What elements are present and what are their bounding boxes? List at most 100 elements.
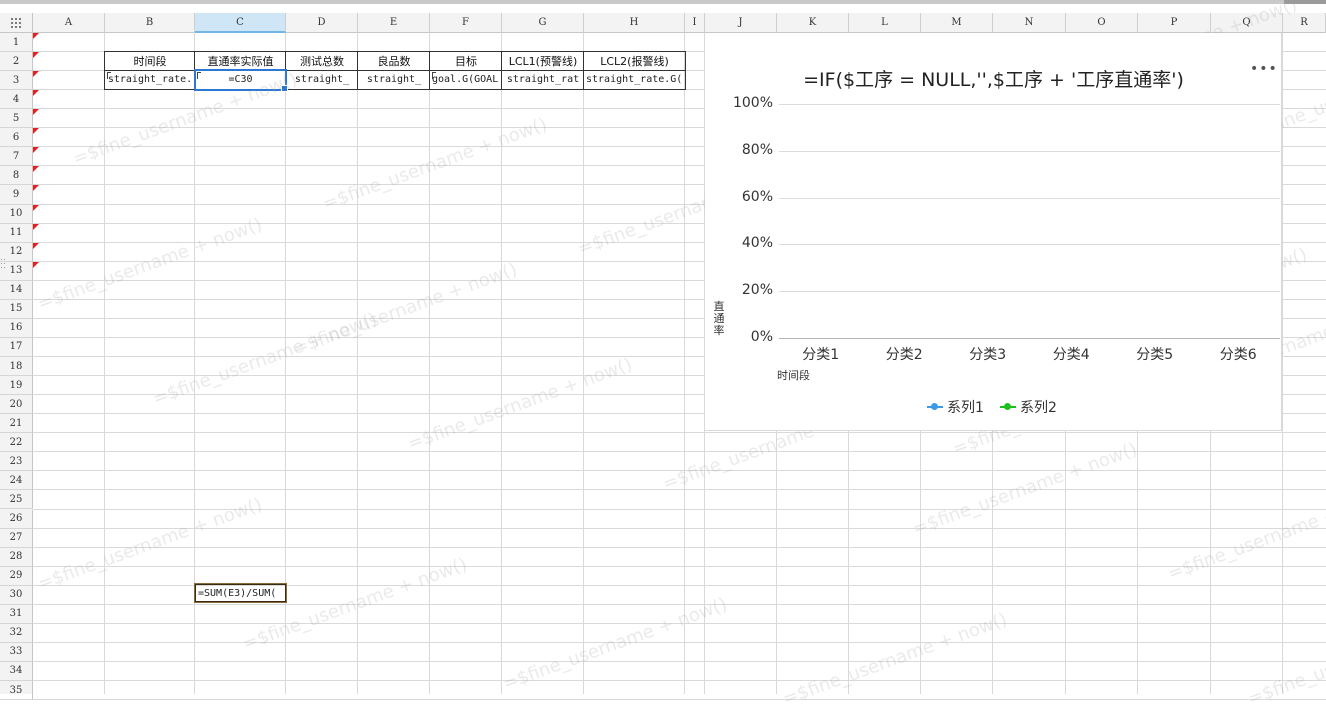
column-header-h[interactable]: H [584, 13, 685, 33]
row-header-29[interactable]: 29 [0, 566, 33, 586]
row-header-31[interactable]: 31 [0, 604, 33, 624]
row-header-24[interactable]: 24 [0, 471, 33, 491]
header-lcl2[interactable]: LCL2(报警线) [584, 52, 685, 70]
grid-column-line [684, 33, 685, 694]
header-lcl1[interactable]: LCL1(预警线) [502, 52, 584, 70]
row-header-22[interactable]: 22 [0, 433, 33, 453]
row-header-1[interactable]: 1 [0, 33, 33, 53]
comment-marker-icon[interactable] [33, 128, 39, 135]
row-header-10[interactable]: 10 [0, 204, 33, 224]
row-header-26[interactable]: 26 [0, 509, 33, 529]
comment-marker-icon[interactable] [33, 261, 39, 268]
row-header-9[interactable]: 9 [0, 185, 33, 205]
comment-marker-icon[interactable] [33, 223, 39, 230]
comment-marker-icon[interactable] [33, 52, 39, 59]
column-header-n[interactable]: N [993, 13, 1066, 33]
header-test-total[interactable]: 测试总数 [286, 52, 358, 70]
column-header-d[interactable]: D [286, 13, 358, 33]
header-good-count[interactable]: 良品数 [358, 52, 430, 70]
column-header-q[interactable]: Q [1211, 13, 1283, 33]
grid-handle-icon[interactable] [11, 18, 23, 28]
grid-row-line [33, 432, 1326, 434]
column-header-r[interactable]: R [1283, 13, 1326, 33]
chart-title[interactable]: =IF($工序 = NULL,'',$工序 + '工序直通率') [705, 65, 1282, 92]
legend-item-series1[interactable]: 系列1 [927, 397, 984, 417]
comment-marker-icon[interactable] [33, 109, 39, 116]
cell-f3[interactable]: goal.G(GOAL [430, 70, 502, 89]
row-header-16[interactable]: 16 [0, 318, 33, 338]
cell-b3[interactable]: straight_rate. [105, 70, 195, 89]
row-header-27[interactable]: 27 [0, 528, 33, 548]
row-header-18[interactable]: 18 [0, 357, 33, 377]
row-header-28[interactable]: 28 [0, 547, 33, 567]
cell-h3[interactable]: straight_rate.G( [584, 70, 685, 89]
row-header-23[interactable]: 23 [0, 452, 33, 472]
row-header-34[interactable]: 34 [0, 661, 33, 682]
column-header-i[interactable]: I [685, 13, 705, 33]
legend-series1-label: 系列1 [947, 400, 984, 416]
row-header-3[interactable]: 3 [0, 71, 33, 91]
column-header-e[interactable]: E [358, 13, 430, 33]
cell-d3[interactable]: straight_ [286, 70, 358, 89]
comment-marker-icon[interactable] [33, 166, 39, 173]
comment-marker-icon[interactable] [33, 204, 39, 211]
grid-row-line [33, 699, 1326, 701]
column-header-l[interactable]: L [849, 13, 921, 33]
row-header-30[interactable]: 30 [0, 585, 33, 605]
column-header-m[interactable]: M [921, 13, 993, 33]
row-header-4[interactable]: 4 [0, 90, 33, 110]
column-header-p[interactable]: P [1138, 13, 1211, 33]
comment-marker-icon[interactable] [33, 185, 39, 192]
column-header-f[interactable]: F [430, 13, 502, 33]
cell-e3[interactable]: straight_ [358, 70, 430, 89]
column-header-g[interactable]: G [502, 13, 584, 33]
cell-c30[interactable]: =SUM(E3)/SUM( [195, 584, 286, 602]
row-header-14[interactable]: 14 [0, 280, 33, 300]
comment-marker-icon[interactable] [33, 242, 39, 249]
column-header-j[interactable]: J [705, 13, 777, 33]
grid-row-line [33, 641, 1326, 643]
row-header-7[interactable]: 7 [0, 147, 33, 167]
row-header-25[interactable]: 25 [0, 490, 33, 510]
header-time-period[interactable]: 时间段 [105, 52, 195, 70]
y-axis-label: 直通率 [713, 300, 725, 337]
comment-marker-icon[interactable] [33, 71, 39, 78]
row-header-21[interactable]: 21 [0, 414, 33, 434]
row-header-2[interactable]: 2 [0, 52, 33, 72]
column-header-a[interactable]: A [33, 13, 105, 33]
comment-marker-icon[interactable] [33, 147, 39, 154]
column-header-k[interactable]: K [777, 13, 849, 33]
header-goal[interactable]: 目标 [430, 52, 502, 70]
row-header-33[interactable]: 33 [0, 642, 33, 662]
legend-series2-label: 系列2 [1020, 400, 1057, 416]
fill-handle[interactable] [281, 85, 288, 92]
y-tick-label: 80% [741, 141, 773, 158]
row-header-32[interactable]: 32 [0, 623, 33, 643]
grid-row-line [33, 451, 1326, 453]
row-header-8[interactable]: 8 [0, 166, 33, 186]
row-header-15[interactable]: 15 [0, 299, 33, 319]
more-icon[interactable]: ••• [1250, 61, 1278, 77]
grid-column-line [501, 33, 502, 694]
resize-handle-icon[interactable] [0, 258, 6, 270]
column-header-o[interactable]: O [1066, 13, 1138, 33]
comment-marker-icon[interactable] [33, 90, 39, 97]
grid-row-line [33, 546, 1326, 548]
row-header-11[interactable]: 11 [0, 223, 33, 243]
cell-g3[interactable]: straight_rat [502, 70, 584, 89]
row-header-5[interactable]: 5 [0, 109, 33, 129]
header-actual-rate[interactable]: 直通率实际值 [195, 52, 286, 70]
row-header-35[interactable]: 35 [0, 681, 33, 701]
row-header-6[interactable]: 6 [0, 128, 33, 148]
column-header-b[interactable]: B [105, 13, 195, 33]
line-chart[interactable]: =IF($工序 = NULL,'',$工序 + '工序直通率') ••• 100… [705, 33, 1282, 431]
column-header-c[interactable]: C [195, 13, 286, 33]
active-cell-selection[interactable] [194, 69, 288, 92]
grid-row-line [33, 603, 1326, 605]
comment-marker-icon[interactable] [33, 33, 39, 39]
row-header-20[interactable]: 20 [0, 395, 33, 415]
table-col-divider [583, 51, 584, 90]
row-header-19[interactable]: 19 [0, 376, 33, 396]
legend-item-series2[interactable]: 系列2 [1000, 397, 1057, 417]
row-header-17[interactable]: 17 [0, 337, 33, 357]
